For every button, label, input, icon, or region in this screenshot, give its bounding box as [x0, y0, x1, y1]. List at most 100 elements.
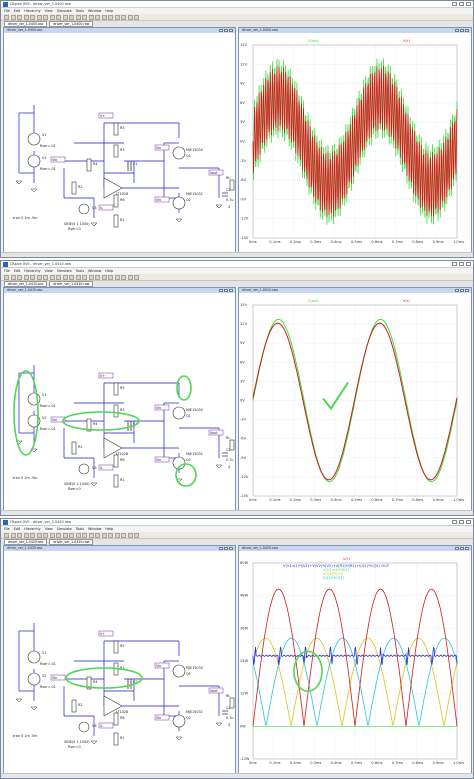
- schematic-canvas[interactable]: V1V2Rser=.01Rser=.01R5R3R6R4R2R1C1C20.7u…: [4, 33, 235, 252]
- component-icon[interactable]: [95, 274, 100, 280]
- maximize-icon[interactable]: [459, 2, 464, 6]
- zoom-out-icon[interactable]: [36, 274, 42, 280]
- menu-edit[interactable]: Edit: [14, 9, 21, 13]
- menu-simulate[interactable]: Simulate: [57, 9, 72, 13]
- wire-icon[interactable]: [49, 274, 55, 280]
- pane-maximize-icon[interactable]: [224, 28, 228, 32]
- move-icon[interactable]: [101, 274, 107, 280]
- waveform-plot[interactable]: 0ms 0.1ms 0.2ms 0.3ms 0.4ms 0.5ms 0.6ms 0.7ms 0.…: [239, 33, 471, 252]
- diode-icon[interactable]: [88, 532, 94, 538]
- pane-maximize-icon[interactable]: [460, 546, 464, 550]
- menu-file[interactable]: File: [4, 9, 10, 13]
- maximize-icon[interactable]: [459, 262, 464, 266]
- inductor-icon[interactable]: [82, 274, 87, 280]
- undo-icon[interactable]: [114, 14, 120, 20]
- redo-icon[interactable]: [121, 14, 126, 20]
- menu-view[interactable]: View: [45, 269, 53, 273]
- menu-hierarchy[interactable]: Hierarchy: [24, 527, 40, 531]
- schematic-pane[interactable]: driver_ver_1-0410.asc V1 V2 Rser=.01 Rser=.…: [3, 287, 236, 511]
- menu-help[interactable]: Help: [105, 9, 113, 13]
- menu-edit[interactable]: Edit: [14, 527, 21, 531]
- menu-file[interactable]: File: [4, 527, 10, 531]
- run-icon[interactable]: [17, 274, 22, 280]
- label-icon[interactable]: [62, 274, 68, 280]
- minimize-icon[interactable]: [452, 262, 457, 266]
- open-icon[interactable]: [4, 532, 9, 538]
- maximize-icon[interactable]: [459, 520, 464, 524]
- spice-directive-icon[interactable]: [134, 14, 139, 20]
- zoom-in-icon[interactable]: [30, 14, 35, 20]
- move-icon[interactable]: [101, 14, 107, 20]
- close-icon[interactable]: [466, 262, 471, 266]
- menu-window[interactable]: Window: [88, 9, 101, 13]
- resistor-icon[interactable]: [69, 532, 74, 538]
- minimize-icon[interactable]: [452, 520, 457, 524]
- inductor-icon[interactable]: [82, 14, 87, 20]
- close-icon[interactable]: [466, 2, 471, 6]
- move-icon[interactable]: [101, 532, 107, 538]
- inductor-icon[interactable]: [82, 532, 87, 538]
- capacitor-icon[interactable]: [75, 532, 81, 538]
- halt-icon[interactable]: [23, 532, 29, 538]
- window-titlebar[interactable]: LTspice XVII - driver_ver_1-0410.raw: [1, 261, 473, 268]
- zoom-in-icon[interactable]: [30, 532, 35, 538]
- open-icon[interactable]: [4, 14, 9, 20]
- drag-icon[interactable]: [108, 274, 113, 280]
- resistor-icon[interactable]: [69, 14, 74, 20]
- schematic-pane[interactable]: driver_ver_1-0400.asc V1 V2 Rser=.01 Rser=.…: [3, 27, 236, 253]
- text-icon[interactable]: [127, 14, 133, 20]
- menu-tools[interactable]: Tools: [76, 9, 84, 13]
- schematic-canvas[interactable]: V1V2Rser=.01Rser=.01R5R3R6R4R2R1C1C20.7u…: [4, 551, 235, 773]
- plot-pane[interactable]: driver_ver_1-0400.raw 0ms 0.1ms 0.2ms 0.3ms…: [238, 27, 472, 253]
- minimize-icon[interactable]: [452, 2, 457, 6]
- ground-icon[interactable]: [56, 532, 61, 538]
- menu-help[interactable]: Help: [105, 527, 113, 531]
- menu-window[interactable]: Window: [88, 527, 101, 531]
- plot-pane[interactable]: driver_ver_1-0420.raw 0ms 0.1ms 0.2ms 0.3ms…: [238, 545, 472, 774]
- zoom-fit-icon[interactable]: [43, 274, 48, 280]
- menu-window[interactable]: Window: [88, 269, 101, 273]
- menu-view[interactable]: View: [45, 527, 53, 531]
- pane-close-icon[interactable]: [229, 288, 233, 292]
- resistor-icon[interactable]: [69, 274, 74, 280]
- undo-icon[interactable]: [114, 274, 120, 280]
- pane-close-icon[interactable]: [465, 288, 469, 292]
- pane-minimize-icon[interactable]: [219, 28, 223, 32]
- diode-icon[interactable]: [88, 274, 94, 280]
- save-icon[interactable]: [10, 532, 16, 538]
- label-icon[interactable]: [62, 532, 68, 538]
- plot-pane[interactable]: driver_ver_1-0410.raw 0ms 0.1ms 0.2ms 0.3ms…: [238, 287, 472, 511]
- window-titlebar[interactable]: LTspice XVII - driver_ver_1-0420.raw: [1, 519, 473, 526]
- drag-icon[interactable]: [108, 532, 113, 538]
- menu-tools[interactable]: Tools: [76, 269, 84, 273]
- text-icon[interactable]: [127, 274, 133, 280]
- pane-minimize-icon[interactable]: [455, 546, 459, 550]
- run-icon[interactable]: [17, 532, 22, 538]
- halt-icon[interactable]: [23, 274, 29, 280]
- redo-icon[interactable]: [121, 532, 126, 538]
- pane-minimize-icon[interactable]: [455, 288, 459, 292]
- pane-close-icon[interactable]: [229, 28, 233, 32]
- label-icon[interactable]: [62, 14, 68, 20]
- pane-minimize-icon[interactable]: [219, 288, 223, 292]
- ground-icon[interactable]: [56, 14, 61, 20]
- pane-close-icon[interactable]: [229, 546, 233, 550]
- pane-minimize-icon[interactable]: [219, 546, 223, 550]
- capacitor-icon[interactable]: [75, 14, 81, 20]
- close-icon[interactable]: [466, 520, 471, 524]
- menu-help[interactable]: Help: [105, 269, 113, 273]
- pane-maximize-icon[interactable]: [460, 288, 464, 292]
- waveform-plot[interactable]: 0ms 0.1ms 0.2ms 0.3ms 0.4ms 0.5ms 0.6ms 0.7ms 0.…: [239, 551, 471, 773]
- diode-icon[interactable]: [88, 14, 94, 20]
- menu-simulate[interactable]: Simulate: [57, 269, 72, 273]
- pane-close-icon[interactable]: [465, 28, 469, 32]
- save-icon[interactable]: [10, 274, 16, 280]
- menu-view[interactable]: View: [45, 9, 53, 13]
- menu-hierarchy[interactable]: Hierarchy: [24, 269, 40, 273]
- menu-tools[interactable]: Tools: [76, 527, 84, 531]
- redo-icon[interactable]: [121, 274, 126, 280]
- run-icon[interactable]: [17, 14, 22, 20]
- text-icon[interactable]: [127, 532, 133, 538]
- schematic-canvas[interactable]: V1V2Rser=.01Rser=.01R5R3R6R4R2R1C1C20.7u…: [4, 293, 235, 510]
- pane-close-icon[interactable]: [465, 546, 469, 550]
